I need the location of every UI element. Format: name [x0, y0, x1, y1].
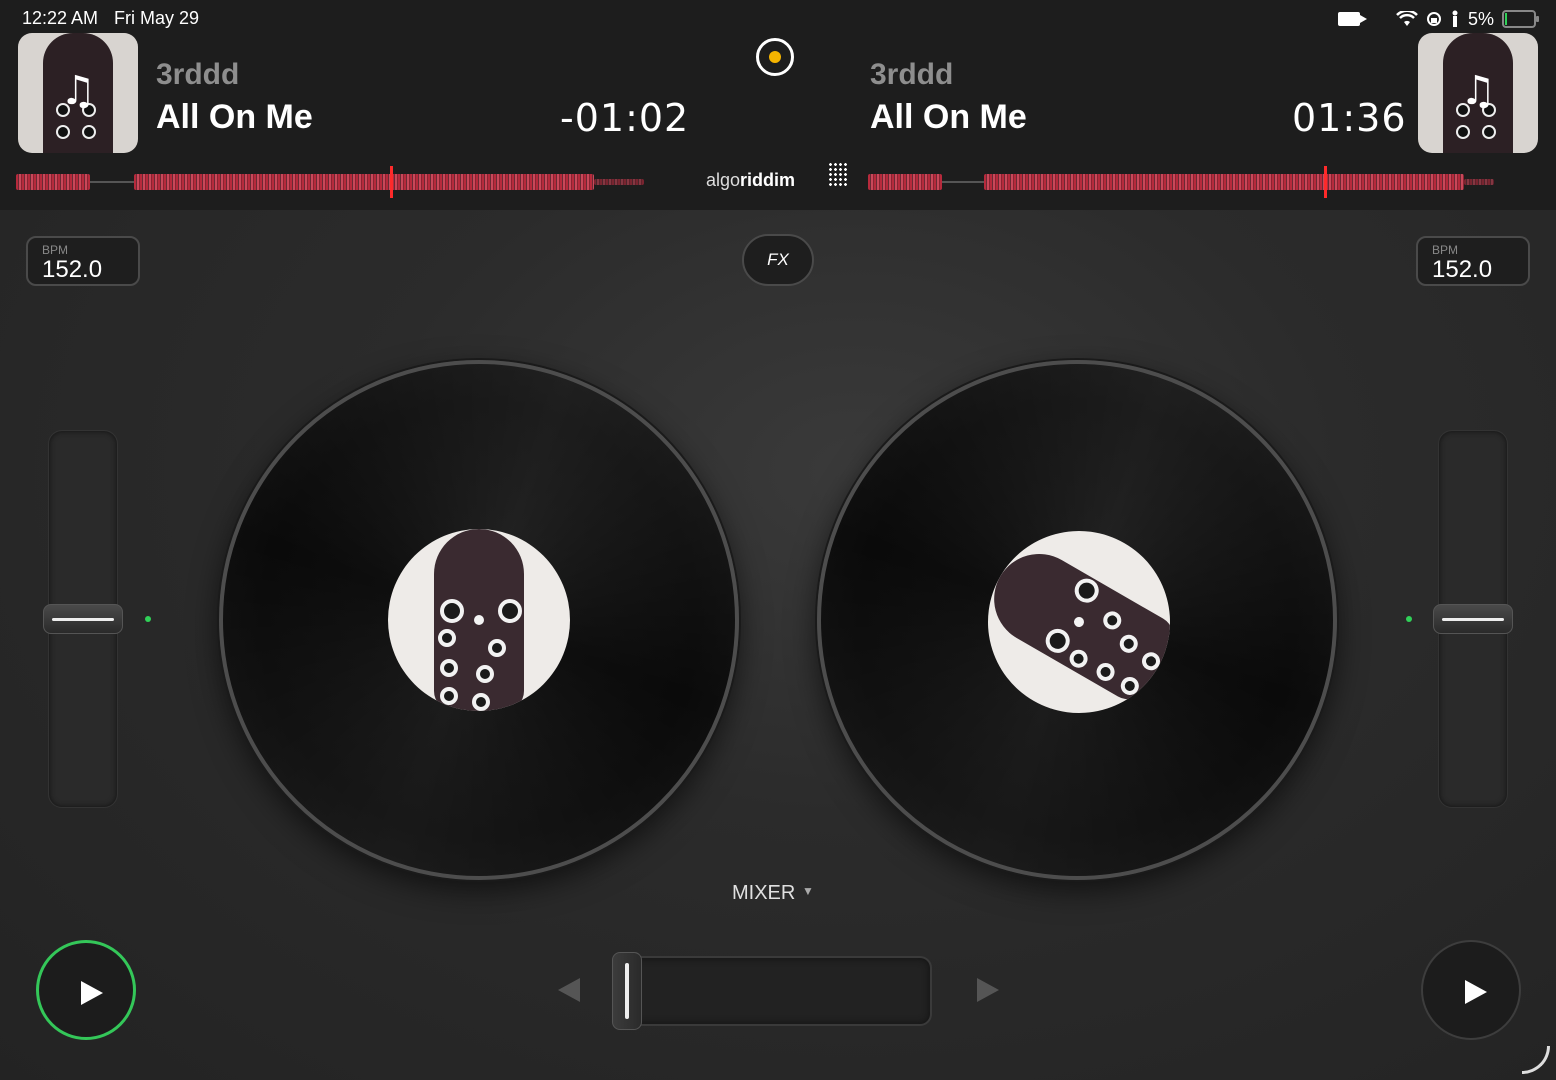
deck-a-waveform[interactable] — [16, 166, 646, 198]
algoriddim-logo: algoriddim — [706, 170, 796, 190]
deck-b-title: All On Me — [870, 98, 1027, 136]
deck-a-artwork[interactable]: ♫ — [18, 33, 138, 153]
status-time: 12:22 AM — [22, 8, 99, 28]
deck-a-artist: 3rddd — [156, 58, 240, 91]
deck-b-pitch-indicator — [1406, 616, 1412, 622]
deck-a-title: All On Me — [156, 98, 313, 136]
video-camera-icon — [1337, 12, 1367, 26]
deck-b-play-button[interactable] — [1421, 940, 1521, 1040]
deck-b-playhead — [1324, 166, 1327, 198]
deck-a-bpm-display[interactable]: BPM 152.0 — [26, 236, 140, 286]
music-note-icon: ♫ — [1460, 68, 1496, 114]
deck-b-turntable[interactable] — [817, 360, 1337, 880]
deck-b-bpm-label: BPM — [1432, 243, 1459, 257]
deck-b-bpm-value: 152.0 — [1432, 256, 1493, 283]
deck-a-play-button[interactable] — [36, 940, 136, 1040]
deck-b-pitch-handle[interactable] — [1433, 604, 1513, 634]
deck-a-pitch-indicator — [145, 616, 151, 622]
deck-a-bpm-label: BPM — [42, 243, 69, 257]
status-date: Fri May 29 — [114, 8, 200, 28]
algoriddim-logo-grid-icon — [828, 162, 848, 188]
top-bar: 12:22 AM Fri May 29 5% ♫ 3rddd All On Me… — [0, 0, 1556, 210]
music-note-icon: ♫ — [60, 68, 96, 114]
deck-b-time[interactable]: 01:36 — [1292, 96, 1407, 140]
crossfader-left-arrow-icon[interactable] — [558, 978, 580, 1002]
record-button[interactable] — [756, 38, 794, 76]
wifi-icon — [1396, 11, 1418, 26]
mixer-toggle[interactable]: MIXER — [732, 882, 795, 905]
deck-b-bpm-display[interactable]: BPM 152.0 — [1416, 236, 1530, 286]
deck-a-turntable[interactable] — [219, 360, 739, 880]
deck-a-time[interactable]: -01:02 — [560, 96, 689, 140]
deck-a-record-label — [388, 529, 570, 711]
crossfader-handle[interactable] — [612, 952, 642, 1030]
accessibility-icon — [1452, 10, 1458, 27]
crossfader-track[interactable] — [612, 956, 932, 1026]
fx-button[interactable]: FX — [742, 234, 814, 286]
battery-percent: 5% — [1467, 8, 1494, 29]
deck-a-bpm-value: 152.0 — [42, 256, 103, 283]
deck-b-artist: 3rddd — [870, 58, 954, 91]
chevron-down-icon[interactable]: ▼ — [802, 884, 814, 898]
orientation-lock-icon — [1426, 12, 1441, 26]
play-icon — [1465, 980, 1487, 1004]
deck-a-pitch-handle[interactable] — [43, 604, 123, 634]
deck-b-waveform[interactable] — [868, 166, 1498, 198]
battery-icon — [1502, 10, 1539, 28]
deck-b-artwork[interactable]: ♫ — [1418, 33, 1538, 153]
play-icon — [81, 981, 103, 1005]
deck-a-playhead — [390, 166, 393, 198]
crossfader-right-arrow-icon[interactable] — [977, 978, 999, 1002]
status-indicators: 5% — [1337, 8, 1539, 30]
